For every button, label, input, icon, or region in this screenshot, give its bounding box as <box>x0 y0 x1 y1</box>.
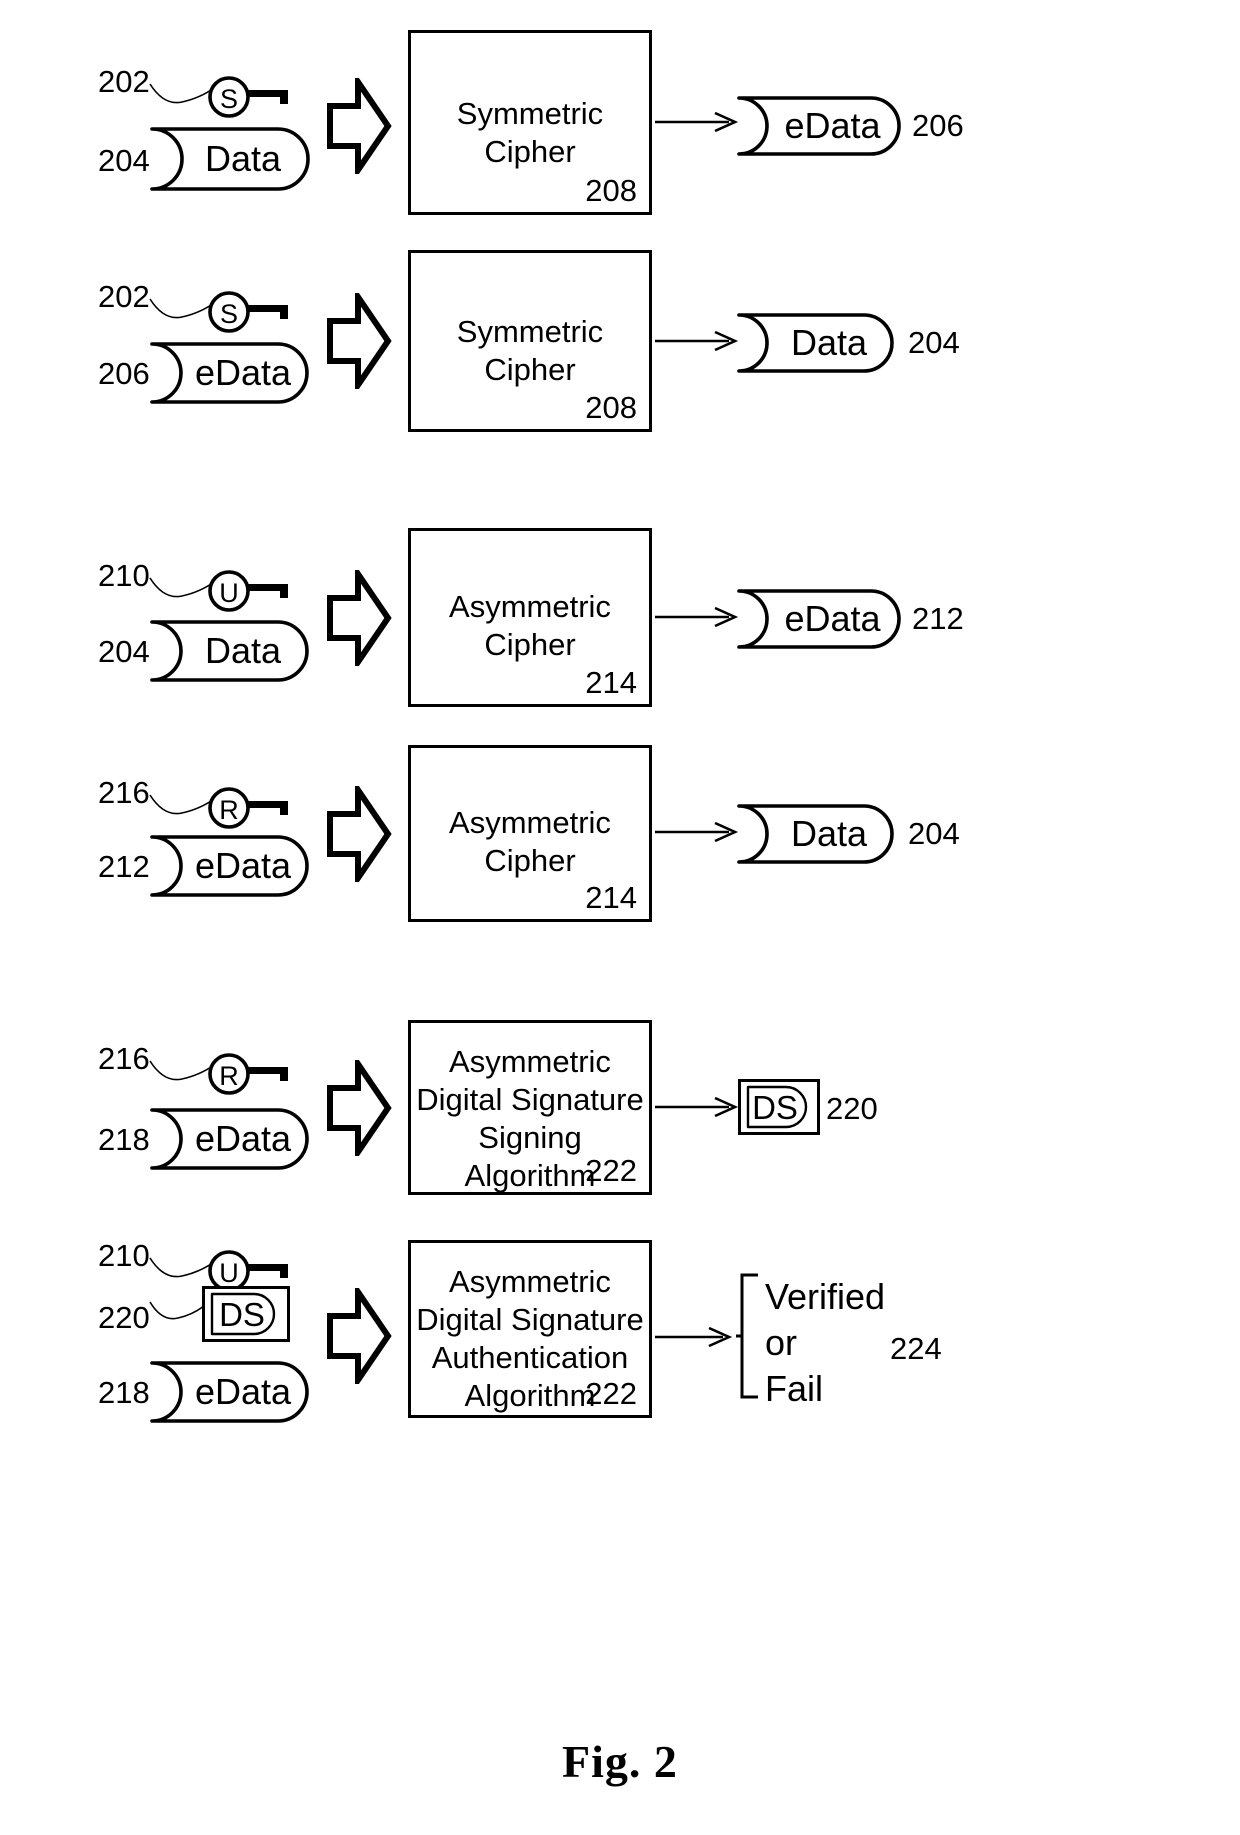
ref-label-202: 202 <box>98 279 150 314</box>
ref-label-204: 204 <box>908 816 960 851</box>
key-icon: S <box>206 74 296 120</box>
key-icon: U <box>206 568 296 614</box>
svg-text:S: S <box>220 299 238 329</box>
patent-figure-2: 202 S 204 Data Symmetric Cipher 208 eDat… <box>0 0 1240 1835</box>
data-cylinder-label: eData <box>194 1118 292 1159</box>
ref-label-218: 218 <box>98 1375 150 1410</box>
process-box: Symmetric Cipher 208 <box>408 30 652 215</box>
key-icon: R <box>206 785 296 831</box>
svg-text:U: U <box>219 578 239 608</box>
ref-label-206: 206 <box>912 108 964 143</box>
ref-label-204: 204 <box>98 143 150 178</box>
digital-signature-label: DS <box>752 1088 798 1126</box>
block-arrow-icon <box>326 570 392 666</box>
ref-label-216: 216 <box>98 775 150 810</box>
flow-arrow-icon <box>655 110 740 134</box>
ref-label-218: 218 <box>98 1122 150 1157</box>
data-cylinder-icon: eData <box>150 341 310 405</box>
ref-label-202: 202 <box>98 64 150 99</box>
block-arrow-icon <box>326 1060 392 1156</box>
flow-arrow-icon <box>655 605 740 629</box>
process-ref-number: 208 <box>585 389 637 425</box>
ref-label-224: 224 <box>890 1331 942 1366</box>
data-cylinder-icon: eData <box>737 95 902 157</box>
process-ref-number: 214 <box>585 664 637 700</box>
data-cylinder-icon: eData <box>150 1360 310 1424</box>
ref-label-210: 210 <box>98 1238 150 1273</box>
svg-text:R: R <box>219 1061 239 1091</box>
ref-label-216: 216 <box>98 1041 150 1076</box>
digital-signature-label: DS <box>219 1295 265 1333</box>
ref-label-210: 210 <box>98 558 150 593</box>
ref-label-220: 220 <box>826 1091 878 1126</box>
ref-label-206: 206 <box>98 356 150 391</box>
figure-caption: Fig. 2 <box>562 1736 678 1787</box>
process-title: Asymmetric Cipher <box>449 589 611 662</box>
result-label: Verified or Fail <box>765 1276 886 1409</box>
result-bracket-icon <box>736 1272 766 1400</box>
block-arrow-icon <box>326 78 392 174</box>
key-icon: S <box>206 289 296 335</box>
data-cylinder-label: eData <box>784 105 881 146</box>
block-arrow-icon <box>326 786 392 882</box>
data-cylinder-icon: Data <box>737 803 895 865</box>
process-box: Asymmetric Cipher 214 <box>408 528 652 707</box>
digital-signature-icon: DS <box>738 1079 820 1135</box>
block-arrow-icon <box>326 1288 392 1384</box>
data-cylinder-label: Data <box>790 813 868 854</box>
key-icon: R <box>206 1051 296 1097</box>
process-ref-number: 214 <box>585 879 637 915</box>
flow-arrow-icon <box>655 1325 735 1349</box>
data-cylinder-icon: Data <box>737 312 895 374</box>
data-cylinder-icon: eData <box>737 588 902 650</box>
ref-label-220: 220 <box>98 1300 150 1335</box>
data-cylinder-label: eData <box>194 352 292 393</box>
process-ref-number: 222 <box>585 1152 637 1188</box>
data-cylinder-label: Data <box>790 322 868 363</box>
digital-signature-icon: DS <box>202 1286 290 1342</box>
process-title: Symmetric Cipher <box>456 314 604 387</box>
flow-arrow-icon <box>655 329 740 353</box>
ref-label-204: 204 <box>98 634 150 669</box>
data-cylinder-label: Data <box>204 630 282 671</box>
data-cylinder-icon: eData <box>150 1107 310 1171</box>
data-cylinder-icon: eData <box>150 834 310 898</box>
data-cylinder-label: eData <box>194 1371 292 1412</box>
data-cylinder-label: eData <box>194 845 292 886</box>
svg-text:S: S <box>220 84 238 114</box>
ref-label-212: 212 <box>98 849 150 884</box>
process-title: Symmetric Cipher <box>456 96 604 169</box>
process-box: Asymmetric Cipher 214 <box>408 745 652 922</box>
data-cylinder-label: eData <box>784 598 881 639</box>
flow-arrow-icon <box>655 1095 740 1119</box>
ref-label-212: 212 <box>912 601 964 636</box>
data-cylinder-icon: Data <box>150 619 310 683</box>
process-box: Asymmetric Digital Signature Authenticat… <box>408 1240 652 1418</box>
process-box: Asymmetric Digital Signature Signing Alg… <box>408 1020 652 1195</box>
block-arrow-icon <box>326 293 392 389</box>
data-cylinder-label: Data <box>204 138 282 179</box>
process-box: Symmetric Cipher 208 <box>408 250 652 432</box>
process-ref-number: 222 <box>585 1375 637 1411</box>
svg-text:R: R <box>219 795 239 825</box>
process-ref-number: 208 <box>585 172 637 208</box>
svg-text:U: U <box>219 1258 239 1288</box>
leader-line <box>148 1296 208 1331</box>
data-cylinder-icon: Data <box>150 126 310 192</box>
flow-arrow-icon <box>655 820 740 844</box>
process-title: Asymmetric Cipher <box>449 805 611 878</box>
ref-label-204: 204 <box>908 325 960 360</box>
